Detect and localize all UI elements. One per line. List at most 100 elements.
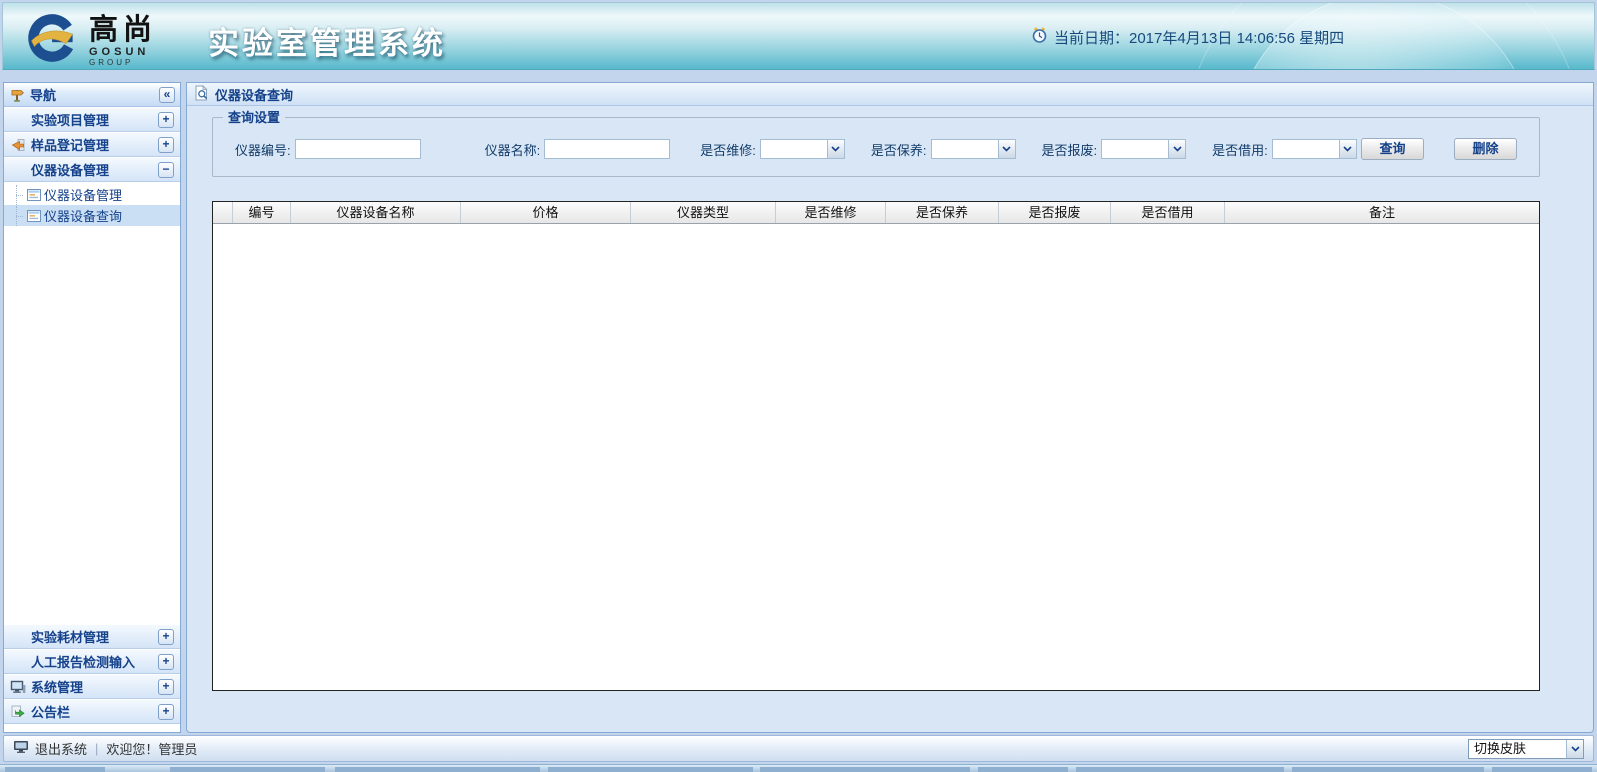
system-title: 实验室管理系统 xyxy=(208,18,446,63)
chevron-down-icon[interactable] xyxy=(1339,140,1356,158)
group-label: 系统管理 xyxy=(31,677,153,696)
tree-item-label: 仪器设备查询 xyxy=(44,206,122,225)
chevron-down-icon[interactable] xyxy=(1168,140,1185,158)
status-bar: 退出系统 | 欢迎您！管理员 切换皮肤 xyxy=(3,735,1594,762)
column-header-scrap[interactable]: 是否报废 xyxy=(999,202,1111,223)
logout-button[interactable]: 退出系统 xyxy=(13,739,87,758)
query-settings-fieldset: 查询设置 仪器编号: 仪器名称: 是否维修: 是否保养: xyxy=(212,117,1540,177)
column-header-price[interactable]: 价格 xyxy=(461,202,631,223)
collapse-group-button[interactable]: − xyxy=(158,162,174,178)
chevron-down-icon[interactable] xyxy=(1566,740,1583,758)
taskbar-segment[interactable] xyxy=(1076,767,1284,772)
datetime-text: 当前日期：2017年4月13日 14:06:56 星期四 xyxy=(1054,27,1344,48)
taskbar-segment[interactable] xyxy=(548,767,753,772)
sidebar-group-consumables[interactable]: 实验耗材管理 + xyxy=(4,624,180,649)
column-header-code[interactable]: 编号 xyxy=(233,202,291,223)
taskbar-segment[interactable] xyxy=(335,767,540,772)
column-header-repair[interactable]: 是否维修 xyxy=(776,202,886,223)
sidebar-group-sample-register[interactable]: 样品登记管理 + xyxy=(4,132,180,157)
monitor-icon xyxy=(13,740,29,757)
panel-title-bar: 仪器设备查询 xyxy=(187,83,1593,106)
taskbar-segment[interactable] xyxy=(170,767,325,772)
os-taskbar-sliver xyxy=(0,764,1597,772)
column-header-borrow[interactable]: 是否借用 xyxy=(1111,202,1225,223)
navigation-sidebar: 导航 « 实验项目管理 + 样品登记管理 + 仪器设备管理 − xyxy=(3,82,181,733)
sidebar-group-system[interactable]: 系统管理 + xyxy=(4,674,180,699)
instrument-code-input[interactable] xyxy=(295,139,421,159)
expand-button[interactable]: + xyxy=(158,112,174,128)
group-icon-placeholder xyxy=(10,112,26,128)
sidebar-footer-spacer xyxy=(4,724,180,732)
sidebar-item-instrument-query[interactable]: 仪器设备查询 xyxy=(4,205,180,226)
welcome-text: 欢迎您！管理员 xyxy=(106,739,197,758)
instrument-name-input[interactable] xyxy=(544,139,670,159)
expand-button[interactable]: + xyxy=(158,679,174,695)
instrument-code-label: 仪器编号: xyxy=(235,140,291,159)
borrow-label: 是否借用: xyxy=(1212,140,1268,159)
taskbar-segment[interactable] xyxy=(760,767,970,772)
expand-button[interactable]: + xyxy=(158,137,174,153)
chevron-down-icon[interactable] xyxy=(827,140,844,158)
group-icon-placeholder xyxy=(10,654,26,670)
column-header-remark[interactable]: 备注 xyxy=(1225,202,1539,223)
skin-switch-select[interactable]: 切换皮肤 xyxy=(1468,739,1584,759)
repair-label: 是否维修: xyxy=(700,140,756,159)
repair-select-value xyxy=(761,140,827,158)
taskbar-segment[interactable] xyxy=(5,767,105,772)
brand-text: 高尚 GOSUN GROUP xyxy=(89,10,157,70)
sidebar-group-manual-report[interactable]: 人工报告检测输入 + xyxy=(4,649,180,674)
nav-header: 导航 « xyxy=(4,83,180,107)
delete-button[interactable]: 删除 xyxy=(1454,138,1517,160)
grid-body-empty xyxy=(213,224,1539,690)
tree-connector xyxy=(12,206,24,226)
taskbar-segment[interactable] xyxy=(978,767,1068,772)
taskbar-segment[interactable] xyxy=(1492,767,1592,772)
group-label: 样品登记管理 xyxy=(31,135,153,154)
computer-icon xyxy=(10,679,26,695)
sidebar-group-experiment-project[interactable]: 实验项目管理 + xyxy=(4,107,180,132)
sidebar-group-instrument[interactable]: 仪器设备管理 − xyxy=(4,157,180,182)
logout-label: 退出系统 xyxy=(35,739,87,758)
repair-select[interactable] xyxy=(760,139,845,159)
chevron-down-icon[interactable] xyxy=(998,140,1015,158)
column-header-maintain[interactable]: 是否保养 xyxy=(886,202,999,223)
group-label: 仪器设备管理 xyxy=(31,160,153,179)
scrap-select[interactable] xyxy=(1101,139,1186,159)
form-icon xyxy=(27,187,41,203)
column-header-type[interactable]: 仪器类型 xyxy=(631,202,776,223)
page-title: 仪器设备查询 xyxy=(215,85,293,104)
group-icon-placeholder xyxy=(10,162,26,178)
group-label: 实验耗材管理 xyxy=(31,627,153,646)
brand-latin-1: GOSUN xyxy=(89,47,157,58)
fieldset-legend: 查询设置 xyxy=(223,110,285,125)
gosun-logo-icon xyxy=(25,10,81,70)
search-button[interactable]: 查询 xyxy=(1361,138,1424,160)
form-icon xyxy=(27,208,41,224)
current-datetime: 当前日期：2017年4月13日 14:06:56 星期四 xyxy=(1031,3,1344,70)
brand-latin-2: GROUP xyxy=(89,58,157,67)
maintain-select-value xyxy=(932,140,998,158)
grid-header-row: 编号 仪器设备名称 价格 仪器类型 是否维修 是否保养 是否报废 是否借用 备注 xyxy=(213,202,1539,224)
document-search-icon xyxy=(194,85,209,104)
expand-button[interactable]: + xyxy=(158,629,174,645)
maintain-select[interactable] xyxy=(931,139,1016,159)
column-header-selector[interactable] xyxy=(213,202,233,223)
taskbar-segment[interactable] xyxy=(1292,767,1484,772)
results-grid: 编号 仪器设备名称 价格 仪器类型 是否维修 是否保养 是否报废 是否借用 备注 xyxy=(212,201,1540,691)
scrap-select-value xyxy=(1102,140,1168,158)
tray-arrow-icon xyxy=(10,137,26,153)
group-label: 公告栏 xyxy=(31,702,153,721)
sidebar-group-bulletin[interactable]: 公告栏 + xyxy=(4,699,180,724)
column-header-name[interactable]: 仪器设备名称 xyxy=(291,202,461,223)
query-buttons: 查询 删除 xyxy=(1361,138,1527,160)
sidebar-collapse-button[interactable]: « xyxy=(159,87,175,103)
tree-connector xyxy=(12,185,24,205)
sidebar-item-instrument-manage[interactable]: 仪器设备管理 xyxy=(4,184,180,205)
maintain-label: 是否保养: xyxy=(871,140,927,159)
skin-switch-value: 切换皮肤 xyxy=(1469,740,1566,758)
footer-separator: | xyxy=(95,741,98,756)
expand-button[interactable]: + xyxy=(158,654,174,670)
expand-button[interactable]: + xyxy=(158,704,174,720)
borrow-select[interactable] xyxy=(1272,139,1357,159)
group-icon-placeholder xyxy=(10,629,26,645)
